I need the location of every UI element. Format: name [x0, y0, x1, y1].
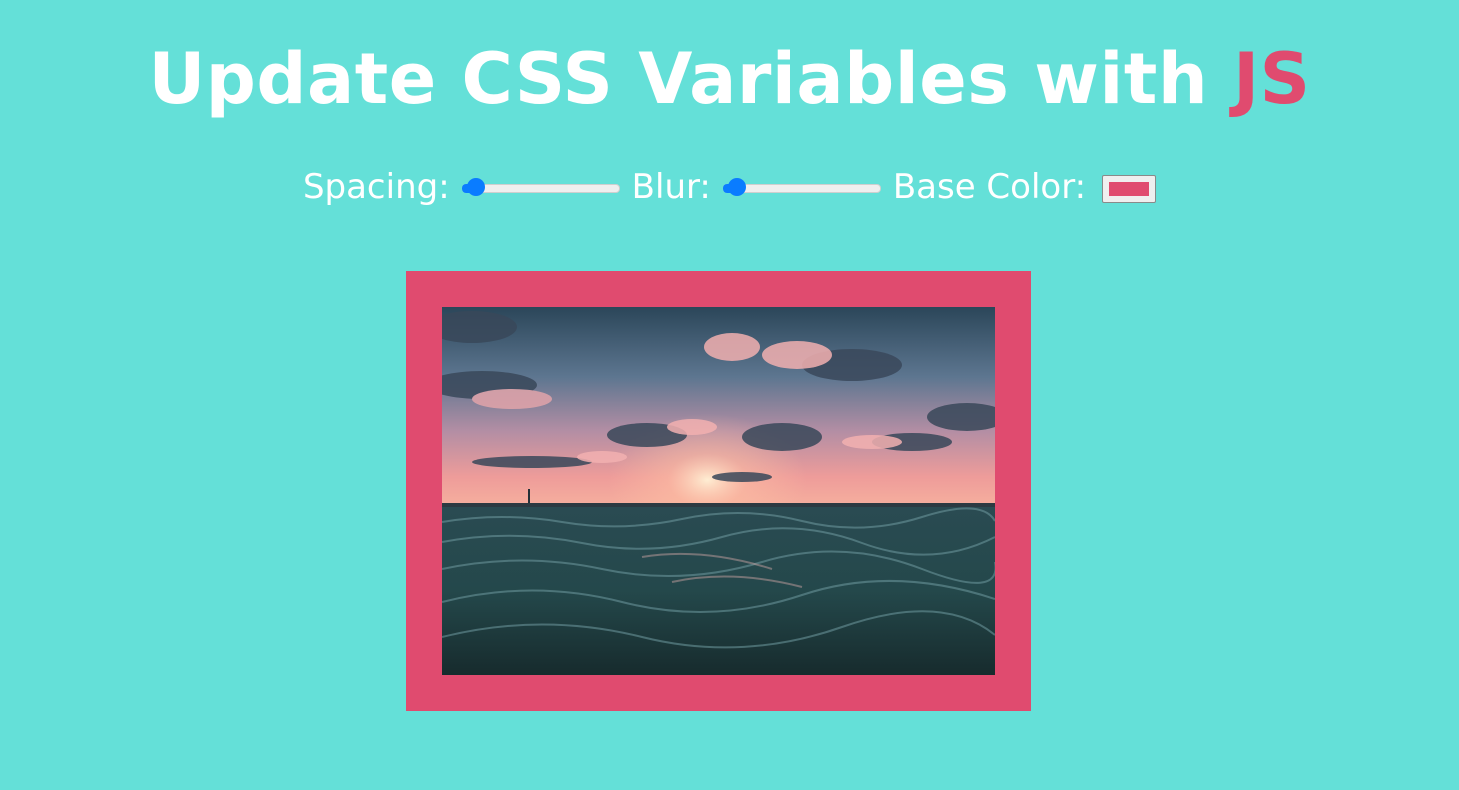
base-color-swatch — [1109, 182, 1150, 196]
blur-slider-thumb[interactable] — [727, 178, 746, 196]
spacing-slider[interactable] — [461, 175, 620, 199]
photo-illustration — [442, 307, 995, 675]
blur-label: Blur: — [631, 167, 711, 207]
blur-slider-track — [722, 184, 881, 193]
blur-slider[interactable] — [722, 175, 881, 199]
page-title: Update CSS Variables with JS — [0, 34, 1459, 124]
spacing-slider-track — [461, 184, 620, 193]
sunset-ocean-photo — [442, 307, 995, 675]
image-frame — [406, 271, 1031, 711]
page-title-text: Update CSS Variables with — [148, 38, 1234, 120]
page-title-highlight: JS — [1233, 38, 1311, 120]
spacing-slider-thumb[interactable] — [466, 178, 485, 196]
base-color-picker[interactable] — [1102, 175, 1157, 203]
spacing-label: Spacing: — [302, 167, 450, 207]
controls-bar: Spacing: Blur: Base Color: — [0, 164, 1459, 210]
base-color-label: Base Color: — [892, 167, 1087, 207]
